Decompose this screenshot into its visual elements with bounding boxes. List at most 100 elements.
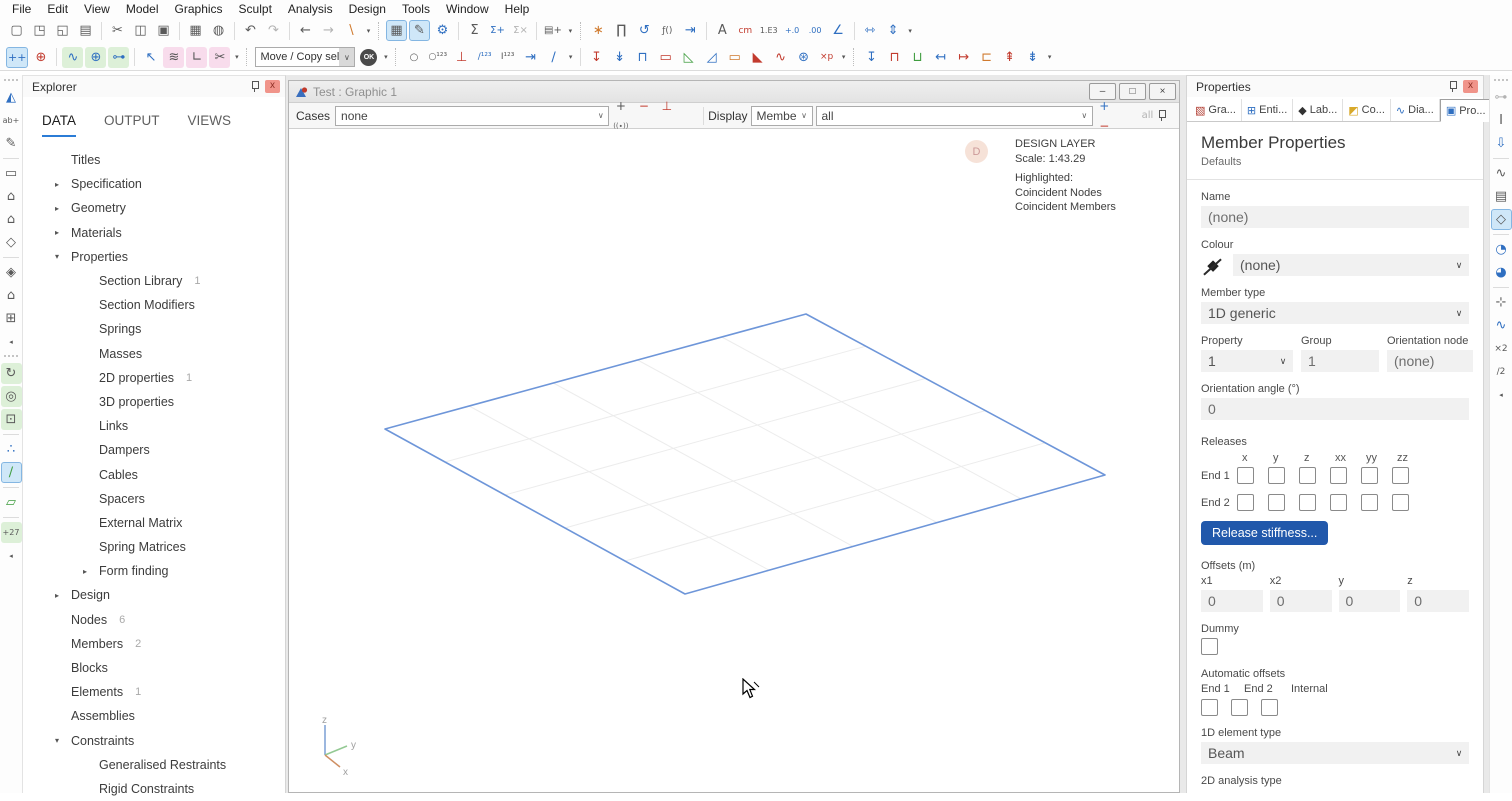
load-tri-1-icon[interactable]: ◺ (678, 47, 699, 68)
print-graphic-icon[interactable]: ▤+ (542, 20, 564, 41)
end1-release-yy-checkbox[interactable] (1361, 467, 1378, 484)
load-frame-icon[interactable]: ⊓ (632, 47, 653, 68)
label-restraints-icon[interactable]: ⊥ (451, 47, 472, 68)
tree-collapse-icon[interactable]: ▾ (51, 736, 63, 745)
release-stiffness-button[interactable]: Release stiffness... (1201, 521, 1328, 545)
graph-export-icon[interactable]: ◕ (1491, 262, 1512, 283)
menu-design[interactable]: Design (341, 2, 394, 16)
open-file-icon[interactable]: ◳ (29, 20, 50, 41)
polygon-select-icon[interactable]: ▱ (1, 492, 22, 513)
tree-item-specification[interactable]: ▸Specification (23, 172, 285, 196)
tree-item-geometry[interactable]: ▸Geometry (23, 196, 285, 220)
prop-tab-co[interactable]: ◩Co... (1343, 99, 1391, 121)
refresh-icon[interactable]: ↺ (634, 20, 655, 41)
goto-icon[interactable]: ⇥ (680, 20, 701, 41)
load-tri-2-icon[interactable]: ◿ (701, 47, 722, 68)
view-frame-icon[interactable]: ⌂ (1, 285, 22, 306)
display-entity-combobox[interactable]: Members ∨ (751, 106, 813, 126)
spacing-more[interactable]: ▾ (906, 20, 915, 41)
function-icon[interactable]: ƒ() (657, 20, 678, 41)
end2-release-yy-checkbox[interactable] (1361, 494, 1378, 511)
end1-release-zz-checkbox[interactable] (1392, 467, 1409, 484)
menu-help[interactable]: Help (497, 2, 538, 16)
sculpt-member-icon[interactable]: ⊶ (108, 47, 129, 68)
tab-views[interactable]: VIEWS (188, 113, 232, 137)
zoom-extents-icon[interactable]: ⊞ (1, 308, 22, 329)
view-plan-icon[interactable]: ⌂ (1, 209, 22, 230)
draw-member-icon[interactable]: ⊶ (1491, 87, 1512, 108)
redo-icon[interactable]: ↷ (263, 20, 284, 41)
menu-tools[interactable]: Tools (394, 2, 438, 16)
label-nodes-icon[interactable]: ○ (403, 47, 424, 68)
history-forward-icon[interactable]: → (318, 20, 339, 41)
orbit-view-icon[interactable]: ⊡ (1, 409, 22, 430)
dummy-checkbox[interactable] (1201, 638, 1218, 655)
sweep-brush-icon[interactable]: \ (341, 20, 362, 41)
sweep-more[interactable]: ▾ (364, 20, 373, 41)
cases-chevron-icon[interactable]: ∨ (593, 111, 608, 120)
section-tool-icon[interactable]: I (1491, 110, 1512, 131)
tree-item-external-matrix[interactable]: External Matrix (23, 511, 285, 535)
wizard-wand-icon[interactable]: ∗ (588, 20, 609, 41)
load-node-icon[interactable]: ⊛ (793, 47, 814, 68)
graphic-window-titlebar[interactable]: Test : Graphic 1 –□× (289, 81, 1179, 103)
tree-collapse-icon[interactable]: ▾ (51, 252, 63, 261)
tree-item-form-finding[interactable]: ▸Form finding (23, 559, 285, 583)
load-settlement-icon[interactable]: ↡ (609, 47, 630, 68)
sculpt-more[interactable]: ▾ (232, 47, 241, 68)
polyline-step-icon[interactable]: ∟ (186, 47, 207, 68)
snap-target-icon[interactable]: ⊕ (30, 47, 51, 68)
select-members-icon[interactable]: ∕ (1, 462, 22, 483)
menu-file[interactable]: File (4, 2, 39, 16)
display-all-button[interactable]: all (1139, 106, 1157, 126)
tree-item-2d-properties[interactable]: 2D properties1 (23, 366, 285, 390)
remove-case-icon[interactable]: − (633, 96, 654, 116)
adjust-grid-icon[interactable]: ++ (6, 47, 28, 68)
sculpt-tool-combobox[interactable]: Move / Copy sele ∨ (255, 47, 355, 67)
undo-icon[interactable]: ↶ (240, 20, 261, 41)
display-filter-chevron-icon[interactable]: ∨ (1077, 111, 1092, 120)
display-entity-chevron-icon[interactable]: ∨ (797, 111, 812, 120)
add-display-filter-icon[interactable]: + (1094, 96, 1115, 116)
vertical-spacing-icon[interactable]: ⇕ (883, 20, 904, 41)
collapse-right[interactable]: ◂ (1497, 384, 1506, 405)
menu-window[interactable]: Window (438, 2, 497, 16)
select-nodes-icon[interactable]: ∴ (1, 439, 22, 460)
end2-release-x-checkbox[interactable] (1237, 494, 1254, 511)
axes-set-icon[interactable]: ∠ (828, 20, 849, 41)
graphic-canvas[interactable]: D DESIGN LAYER Scale: 1:43.29 Highlighte… (289, 129, 1179, 792)
tree-expand-icon[interactable]: ▸ (79, 567, 91, 576)
prop-tab-enti[interactable]: ⊞Enti... (1242, 99, 1293, 121)
zoom-tool-icon[interactable]: ◎ (1, 386, 22, 407)
sum-delete-icon[interactable]: Σ× (510, 20, 531, 41)
label-member-numbers-icon[interactable]: ∕¹²³ (474, 47, 495, 68)
label-node-numbers-icon[interactable]: ○¹²³ (426, 47, 449, 68)
tree-item-masses[interactable]: Masses (23, 342, 285, 366)
colour-select[interactable]: (none) ∨ (1233, 254, 1469, 276)
display-filter-combobox[interactable]: all ∨ (816, 106, 1093, 126)
tree-item-blocks[interactable]: Blocks (23, 656, 285, 680)
member-type-select[interactable]: 1D generic ∨ (1201, 302, 1469, 324)
sculpt-pencil-icon[interactable]: ✎ (1, 133, 22, 154)
tab-data[interactable]: DATA (42, 113, 76, 137)
end1-release-x-checkbox[interactable] (1237, 467, 1254, 484)
grid-load-up-icon[interactable]: ⇞ (999, 47, 1020, 68)
view-section-icon[interactable]: ▭ (1, 163, 22, 184)
end2-release-xx-checkbox[interactable] (1330, 494, 1347, 511)
history-back-icon[interactable]: ← (295, 20, 316, 41)
end2-release-z-checkbox[interactable] (1299, 494, 1316, 511)
view-elevation-icon[interactable]: ⌂ (1, 186, 22, 207)
units-icon[interactable]: cm (735, 20, 756, 41)
explorer-close-button[interactable]: x (265, 80, 280, 93)
sum-add-icon[interactable]: Σ+ (487, 20, 508, 41)
end1-release-y-checkbox[interactable] (1268, 467, 1285, 484)
menu-edit[interactable]: Edit (39, 2, 76, 16)
tree-item-elements[interactable]: Elements1 (23, 680, 285, 704)
print-graphic-more[interactable]: ▾ (566, 20, 575, 41)
split-members-icon[interactable]: ✂ (209, 47, 230, 68)
tree-expand-icon[interactable]: ▸ (51, 228, 63, 237)
grid-load-point-icon[interactable]: ↧ (861, 47, 882, 68)
sculpt-tool-chevron-icon[interactable]: ∨ (339, 48, 354, 66)
decrease-decimals-icon[interactable]: .00 (805, 20, 826, 41)
tree-item-dampers[interactable]: Dampers (23, 438, 285, 462)
